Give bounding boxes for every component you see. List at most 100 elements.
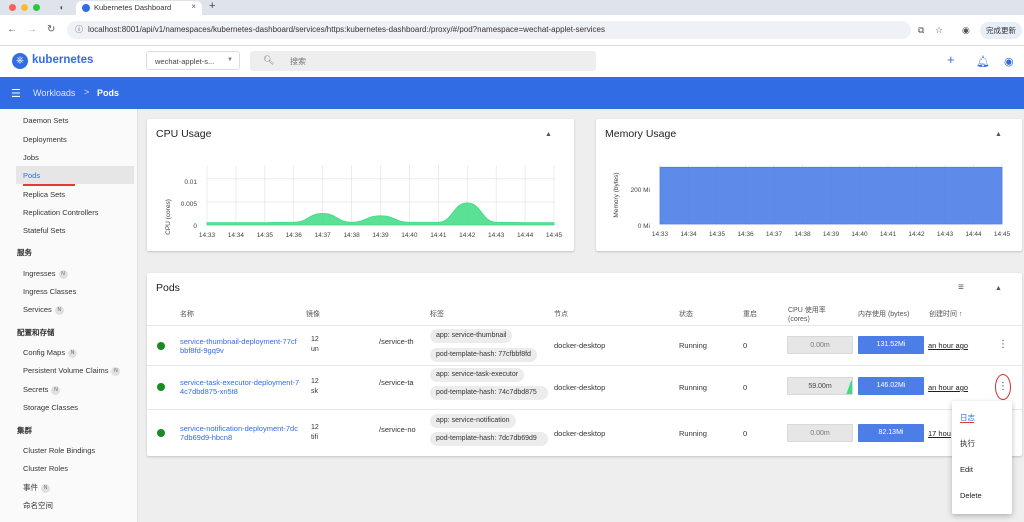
sidebar-section-cluster: 集群	[17, 426, 32, 435]
running-status-icon	[157, 342, 165, 350]
created-age-link[interactable]: an hour ago	[928, 341, 968, 350]
sidebar-item-daemon-sets[interactable]: Daemon Sets	[23, 116, 68, 125]
profile-icon[interactable]: ◐	[56, 2, 68, 13]
label-chip: app: service-thumbnail	[430, 329, 513, 343]
column-header-image: 镜像	[306, 311, 320, 318]
sidebar-item-services[interactable]: Services N	[23, 305, 64, 315]
sidebar-item-pods[interactable]: Pods	[23, 171, 40, 180]
memory-x-tick-label: 14:38	[794, 231, 811, 238]
sidebar-item-stateful-sets[interactable]: Stateful Sets	[23, 226, 66, 235]
sidebar-item-label: Persistent Volume Claims	[23, 366, 109, 375]
annotation-circle	[995, 374, 1011, 400]
breadcrumb-workloads[interactable]: Workloads	[33, 88, 75, 98]
collapse-chevron-up-icon[interactable]: ▲	[995, 285, 1002, 292]
column-header-name[interactable]: 名称	[180, 310, 194, 319]
label-chip: pod-template-hash: 74c7dbd875	[430, 386, 548, 400]
maximize-window-icon[interactable]	[33, 4, 40, 11]
create-resource-plus-icon[interactable]: +	[947, 52, 955, 67]
new-tab-button[interactable]: +	[209, 0, 215, 12]
cpu-x-tick-label: 14:34	[228, 232, 245, 239]
sidebar-item-persistent-volume-claims[interactable]: Persistent Volume Claims N	[23, 366, 121, 376]
namespaced-badge: N	[54, 305, 64, 315]
cpu-y-tick-label: 0	[193, 223, 197, 230]
memory-usage-value: 131.52Mi	[876, 341, 906, 348]
memory-usage-chart: Memory (bytes) 200 Mi 0 Mi 14:33 14:34 14:…	[613, 164, 1011, 238]
close-window-icon[interactable]	[9, 4, 16, 11]
kubernetes-favicon-icon	[82, 4, 90, 12]
update-button[interactable]: 完成更新	[980, 22, 1022, 39]
sidebar-item-storage-classes[interactable]: Storage Classes	[23, 403, 78, 412]
sidebar-item-replication-controllers[interactable]: Replication Controllers	[23, 208, 98, 217]
hamburger-menu-icon[interactable]: ☰	[11, 87, 21, 100]
site-info-icon[interactable]: ⓘ	[75, 24, 83, 35]
memory-x-tick-label: 14:40	[851, 231, 868, 238]
cpu-y-tick-label: 0.01	[184, 179, 197, 186]
cpu-x-tick-label: 14:39	[372, 232, 389, 239]
more-actions-icon[interactable]: ⋮	[998, 339, 1008, 350]
created-age-link[interactable]: 17 hou	[928, 429, 951, 438]
app-logo-text[interactable]: kubernetes	[32, 54, 93, 66]
table-divider	[147, 325, 1022, 326]
cpu-x-tick-label: 14:41	[430, 232, 447, 239]
url-bar[interactable]: ⓘ localhost:8001/api/v1/namespaces/kuber…	[67, 21, 911, 39]
memory-usage-title: Memory Usage	[605, 128, 677, 140]
cpu-usage-meter: 0.00m	[787, 336, 853, 354]
namespace-selector[interactable]: wechat-applet-s... ▼	[146, 51, 240, 70]
label-chip: pod-template-hash: 7dc7db69d9	[430, 432, 548, 446]
user-account-icon[interactable]: ◉	[1004, 55, 1014, 68]
status-cell: Running	[679, 383, 707, 392]
search-input[interactable]: 🔍︎ 搜索	[250, 51, 596, 71]
cast-icon[interactable]: ⧉	[918, 25, 924, 36]
memory-x-tick-label: 14:41	[880, 231, 897, 238]
sidebar-item-deployments[interactable]: Deployments	[23, 135, 67, 144]
sidebar-item-cluster-role-bindings[interactable]: Cluster Role Bindings	[23, 446, 95, 455]
minimize-window-icon[interactable]	[21, 4, 28, 11]
sidebar-item-namespaces[interactable]: 命名空间	[23, 500, 53, 511]
menu-item-exec[interactable]: 执行	[960, 438, 975, 449]
memory-usage-meter: 82.13Mi	[858, 424, 924, 442]
namespaced-badge: N	[41, 483, 50, 493]
tab-close-icon[interactable]: ×	[191, 2, 196, 11]
sidebar-item-events[interactable]: 事件 N	[23, 482, 50, 493]
created-age-link[interactable]: an hour ago	[928, 383, 968, 392]
sidebar-item-config-maps[interactable]: Config Maps N	[23, 348, 78, 358]
notifications-bell-icon[interactable]: 🔔︎	[976, 55, 990, 68]
forward-icon[interactable]: →	[27, 24, 37, 35]
account-icon[interactable]: ◉	[962, 25, 970, 36]
filter-icon[interactable]: ≡	[958, 282, 964, 293]
redaction-cover	[325, 415, 377, 443]
sidebar-item-replica-sets[interactable]: Replica Sets	[23, 190, 65, 199]
pod-name-link[interactable]: service-thumbnail-deployment-77cfbbf8fd-…	[180, 337, 300, 355]
back-icon[interactable]: ←	[7, 24, 17, 35]
column-header-created[interactable]: 创建时间 ↑	[929, 310, 962, 319]
sidebar-item-label: Config Maps	[23, 348, 66, 357]
collapse-chevron-up-icon[interactable]: ▲	[995, 131, 1002, 138]
cpu-usage-meter: 59.00m	[787, 377, 853, 395]
kubernetes-logo-icon[interactable]: ⎈	[12, 53, 28, 69]
image-fragment: /service-no	[379, 425, 416, 434]
sidebar-item-cluster-roles[interactable]: Cluster Roles	[23, 464, 68, 473]
pods-title: Pods	[156, 282, 180, 294]
image-cell: 12 tifi	[311, 424, 319, 441]
pod-name-link[interactable]: service-task-executor-deployment-74c7dbd…	[180, 378, 302, 396]
sidebar-item-jobs[interactable]: Jobs	[23, 153, 39, 162]
menu-item-edit[interactable]: Edit	[960, 465, 973, 474]
collapse-chevron-up-icon[interactable]: ▲	[545, 131, 552, 138]
sidebar-item-secrets[interactable]: Secrets N	[23, 385, 61, 395]
cpu-x-tick-label: 14:38	[343, 232, 360, 239]
redaction-cover	[325, 330, 377, 358]
browser-tab[interactable]: Kubernetes Dashboard ×	[76, 1, 202, 15]
pod-name-link[interactable]: service-notification-deployment-7dc7db69…	[180, 424, 298, 442]
reload-icon[interactable]: ↻	[47, 24, 55, 35]
menu-item-delete[interactable]: Delete	[960, 491, 982, 500]
bookmark-star-icon[interactable]: ☆	[935, 25, 943, 36]
sidebar-item-label: 事件	[23, 483, 38, 492]
sidebar-item-ingress-classes[interactable]: Ingress Classes	[23, 287, 76, 296]
memory-series-area	[659, 166, 1003, 225]
memory-x-tick-label: 14:45	[994, 231, 1011, 238]
cpu-usage-title: CPU Usage	[156, 128, 212, 140]
cpu-usage-value: 59.00m	[808, 383, 832, 390]
sidebar-item-ingresses[interactable]: Ingresses N	[23, 269, 68, 279]
column-header-restarts: 重启	[743, 311, 757, 318]
memory-x-tick-label: 14:33	[652, 231, 669, 238]
